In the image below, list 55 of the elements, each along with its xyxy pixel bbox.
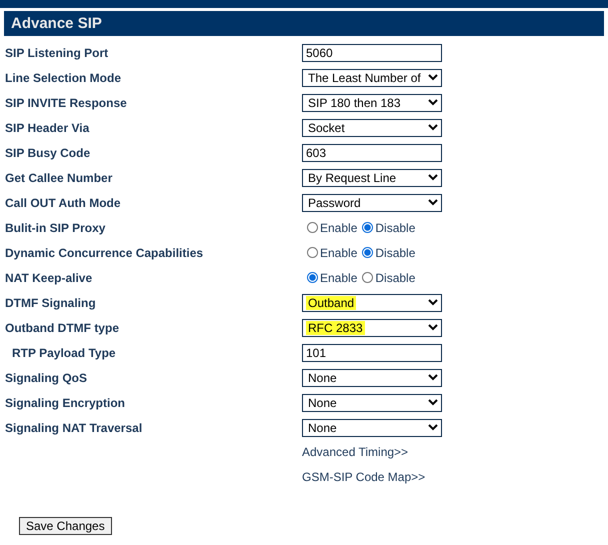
dropdown[interactable]: None — [302, 394, 442, 412]
radio-label: Disable — [375, 270, 416, 284]
field-label: Line Selection Mode — [4, 70, 122, 84]
chevron-down-icon — [428, 399, 438, 406]
radio-label: Enable — [320, 246, 358, 260]
field-label: Signaling NAT Traversal — [4, 420, 142, 434]
radio-button[interactable] — [362, 222, 374, 233]
field-label: Call OUT Auth Mode — [4, 196, 121, 210]
field-label: RTP Payload Type — [11, 346, 116, 360]
dropdown[interactable]: Password — [302, 194, 442, 212]
radio-button[interactable] — [362, 272, 374, 283]
text-input[interactable]: 603 — [302, 144, 442, 162]
field-label: Outband DTMF type — [4, 320, 119, 334]
dropdown[interactable]: None — [302, 368, 442, 386]
dropdown[interactable]: Outband — [302, 294, 442, 312]
field-label: Dynamic Concurrence Capabilities — [4, 246, 204, 260]
field-label: Get Callee Number — [4, 170, 112, 184]
dropdown[interactable]: Socket — [302, 118, 442, 136]
chevron-down-icon — [428, 424, 438, 431]
dropdown[interactable]: SIP 180 then 183 — [302, 94, 442, 112]
radio-button[interactable] — [307, 222, 318, 233]
section-header: Advance SIP — [4, 11, 604, 36]
radio-label: Enable — [320, 220, 358, 234]
field-label: SIP Busy Code — [4, 146, 90, 160]
chevron-down-icon — [428, 174, 438, 181]
field-label: NAT Keep-alive — [4, 270, 92, 284]
dropdown[interactable]: The Least Number of — [302, 68, 442, 86]
chevron-down-icon — [428, 99, 438, 106]
chevron-down-icon — [428, 374, 438, 381]
radio-button[interactable] — [362, 247, 374, 258]
text-input[interactable]: 5060 — [302, 44, 442, 62]
link[interactable]: GSM-SIP Code Map>> — [302, 465, 426, 490]
radio-label: Disable — [375, 220, 416, 234]
chevron-down-icon — [428, 324, 438, 331]
radio-label: Disable — [375, 246, 416, 260]
dropdown[interactable]: None — [302, 418, 442, 436]
field-label: Bulit-in SIP Proxy — [4, 220, 106, 234]
field-label: DTMF Signaling — [4, 296, 96, 310]
field-label: Signaling QoS — [4, 370, 88, 384]
field-label: SIP Header Via — [4, 120, 90, 134]
radio-label: Enable — [320, 270, 358, 284]
field-label: SIP INVITE Response — [4, 96, 127, 110]
link[interactable]: Advanced Timing>> — [302, 440, 408, 465]
chevron-down-icon — [428, 124, 438, 131]
text-input[interactable]: 101 — [302, 344, 442, 362]
chevron-down-icon — [428, 299, 438, 306]
radio-button[interactable] — [307, 272, 318, 283]
field-label: Signaling Encryption — [4, 396, 126, 410]
chevron-down-icon — [428, 199, 438, 206]
dropdown[interactable]: By Request Line — [302, 168, 442, 186]
field-label: SIP Listening Port — [4, 46, 108, 60]
chevron-down-icon — [428, 74, 438, 81]
radio-button[interactable] — [307, 247, 318, 258]
dropdown[interactable]: RFC 2833 — [302, 318, 442, 336]
save-button[interactable]: Save Changes — [19, 517, 112, 535]
